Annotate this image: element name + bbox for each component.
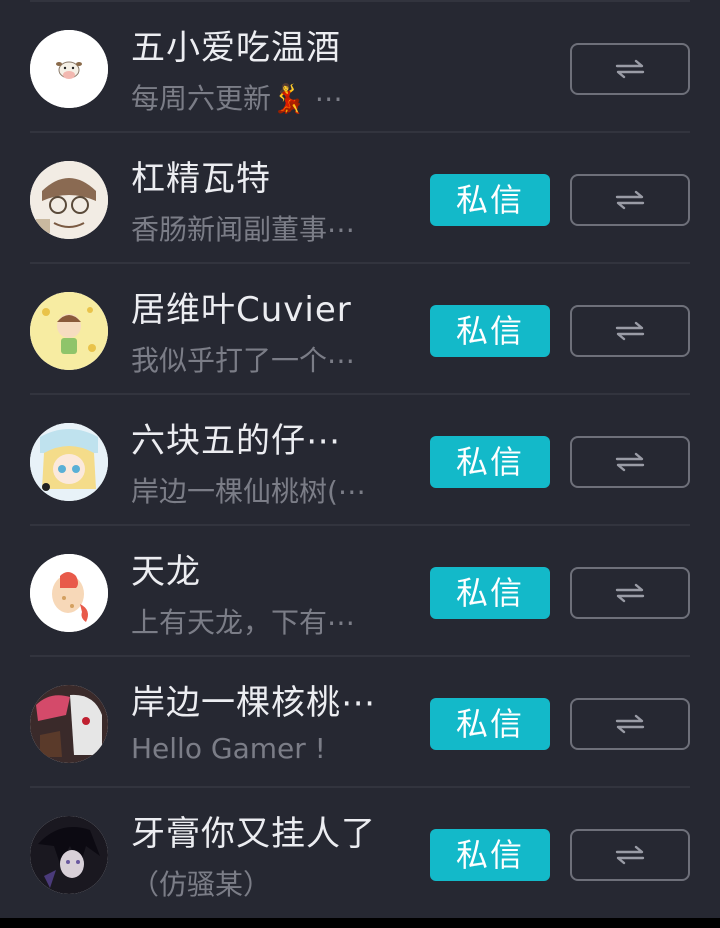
list-item[interactable]: 天龙 上有天龙，下有⋯ 私信 bbox=[0, 526, 720, 657]
user-bio: （仿骚某） bbox=[131, 868, 272, 901]
private-message-button[interactable]: 私信 bbox=[430, 174, 550, 226]
list-item[interactable]: 五小爱吃温酒 每周六更新💃 ⋯ bbox=[0, 2, 720, 133]
bottom-edge bbox=[0, 918, 720, 928]
mutual-follow-icon bbox=[615, 190, 645, 210]
avatar[interactable] bbox=[30, 292, 108, 370]
private-message-button[interactable]: 私信 bbox=[430, 567, 550, 619]
cow-emoji-icon bbox=[30, 30, 108, 108]
user-name[interactable]: 五小爱吃温酒 bbox=[131, 20, 341, 69]
anime-boy-glasses-icon bbox=[30, 161, 108, 239]
user-bio: 岸边一棵仙桃树(⋯ bbox=[131, 475, 366, 508]
anime-blonde-girl-icon bbox=[30, 423, 108, 501]
user-name[interactable]: 天龙 bbox=[131, 544, 201, 593]
list-item[interactable]: 杠精瓦特 香肠新闻副董事⋯ 私信 bbox=[0, 133, 720, 264]
avatar[interactable] bbox=[30, 816, 108, 894]
user-name[interactable]: 岸边一棵核桃⋯ bbox=[131, 675, 376, 724]
dragon-egg-icon bbox=[30, 554, 108, 632]
mutual-follow-button[interactable] bbox=[570, 43, 690, 95]
avatar[interactable] bbox=[30, 30, 108, 108]
private-message-button[interactable]: 私信 bbox=[430, 698, 550, 750]
user-bio: 上有天龙，下有⋯ bbox=[131, 606, 356, 639]
list-item[interactable]: 岸边一棵核桃⋯ Hello Gamer ! 私信 bbox=[0, 657, 720, 788]
mutual-follow-icon bbox=[615, 452, 645, 472]
mutual-follow-button[interactable] bbox=[570, 174, 690, 226]
user-name[interactable]: 六块五的仔⋯ bbox=[131, 413, 341, 462]
avatar[interactable] bbox=[30, 554, 108, 632]
masked-character-icon bbox=[30, 685, 108, 763]
user-bio: 我似乎打了一个⋯ bbox=[131, 344, 356, 377]
avatar[interactable] bbox=[30, 685, 108, 763]
mutual-follow-button[interactable] bbox=[570, 829, 690, 881]
list-item[interactable]: 居维叶Cuvier 我似乎打了一个⋯ 私信 bbox=[0, 264, 720, 395]
mutual-follow-icon bbox=[615, 845, 645, 865]
user-name[interactable]: 牙膏你又挂人了 bbox=[131, 806, 376, 855]
mutual-follow-icon bbox=[615, 583, 645, 603]
mutual-follow-icon bbox=[615, 59, 645, 79]
mutual-follow-button[interactable] bbox=[570, 698, 690, 750]
dark-anime-icon bbox=[30, 816, 108, 894]
user-name[interactable]: 居维叶Cuvier bbox=[131, 282, 352, 331]
avatar[interactable] bbox=[30, 423, 108, 501]
cartoon-kid-yellow-icon bbox=[30, 292, 108, 370]
private-message-button[interactable]: 私信 bbox=[430, 829, 550, 881]
mutual-follow-button[interactable] bbox=[570, 436, 690, 488]
user-bio: Hello Gamer ! bbox=[131, 732, 326, 765]
user-bio: 香肠新闻副董事⋯ bbox=[131, 213, 356, 246]
mutual-follow-icon bbox=[615, 714, 645, 734]
list-item[interactable]: 六块五的仔⋯ 岸边一棵仙桃树(⋯ 私信 bbox=[0, 395, 720, 526]
user-bio: 每周六更新💃 ⋯ bbox=[131, 82, 343, 115]
user-name[interactable]: 杠精瓦特 bbox=[131, 151, 271, 200]
mutual-follow-button[interactable] bbox=[570, 305, 690, 357]
avatar[interactable] bbox=[30, 161, 108, 239]
private-message-button[interactable]: 私信 bbox=[430, 305, 550, 357]
mutual-follow-icon bbox=[615, 321, 645, 341]
mutual-follow-button[interactable] bbox=[570, 567, 690, 619]
list-item[interactable]: 牙膏你又挂人了 （仿骚某） 私信 bbox=[0, 788, 720, 919]
private-message-button[interactable]: 私信 bbox=[430, 436, 550, 488]
